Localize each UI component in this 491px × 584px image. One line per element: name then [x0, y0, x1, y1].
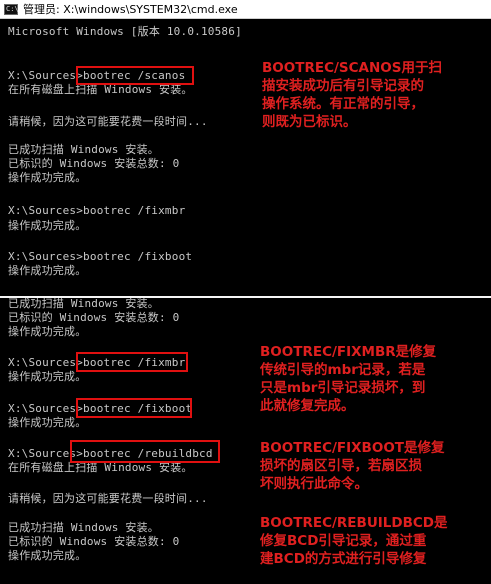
console-line: 操作成功完成。: [8, 416, 87, 429]
console-line: 已成功扫描 Windows 安装。: [8, 298, 160, 310]
fixmbr-highlight-box: [76, 352, 188, 372]
rebuildbcd-annotation: BOOTREC/REBUILDBCD是 修复BCD引导记录，通过重 建BCD的方…: [260, 515, 448, 567]
console-pane-top[interactable]: Microsoft Windows [版本 10.0.10586] X:\Sou…: [0, 19, 491, 296]
console-line: 已成功扫描 Windows 安装。: [8, 521, 160, 534]
console-line: Microsoft Windows [版本 10.0.10586]: [8, 25, 242, 38]
console-line: 操作成功完成。: [8, 171, 87, 184]
scanos-annotation: BOOTREC/SCANOS用于扫 描安装成功后有引导记录的 操作系统。有正常的…: [262, 60, 442, 130]
console-line: 请稍候，因为这可能要花费一段时间...: [8, 115, 208, 128]
fixmbr-annotation: BOOTREC/FIXMBR是修复 传统引导的mbr记录，若是 只是mbr引导记…: [260, 344, 437, 414]
console-line: 操作成功完成。: [8, 370, 87, 383]
fixboot-annotation: BOOTREC/FIXBOOT是修复 损坏的扇区引导，若扇区损 坏则执行此命令。: [260, 440, 445, 492]
fixboot-highlight-box: [76, 398, 192, 418]
console-line: 操作成功完成。: [8, 325, 87, 338]
rebuildbcd-highlight-box: [70, 440, 220, 463]
console-line: X:\Sources>bootrec /fixboot: [8, 250, 193, 263]
console-pane-bottom[interactable]: 已成功扫描 Windows 安装。 已标识的 Windows 安装总数: 0 操…: [0, 298, 491, 584]
console-line: 已标识的 Windows 安装总数: 0: [8, 157, 180, 170]
window-title: 管理员: X:\windows\SYSTEM32\cmd.exe: [23, 3, 238, 16]
window-titlebar[interactable]: C:\ 管理员: X:\windows\SYSTEM32\cmd.exe: [0, 0, 491, 19]
scanos-highlight-box: [76, 66, 194, 85]
console-line: 已成功扫描 Windows 安装。: [8, 143, 160, 156]
console-line: 请稍候，因为这可能要花费一段时间...: [8, 492, 208, 505]
console-line: 已标识的 Windows 安装总数: 0: [8, 311, 180, 324]
cmd-icon: C:\: [4, 3, 19, 15]
console-line: 操作成功完成。: [8, 219, 87, 232]
console-line: 已标识的 Windows 安装总数: 0: [8, 535, 180, 548]
console-line: 操作成功完成。: [8, 264, 87, 277]
console-line: X:\Sources>bootrec /fixmbr: [8, 204, 186, 217]
console-line: 操作成功完成。: [8, 549, 87, 562]
